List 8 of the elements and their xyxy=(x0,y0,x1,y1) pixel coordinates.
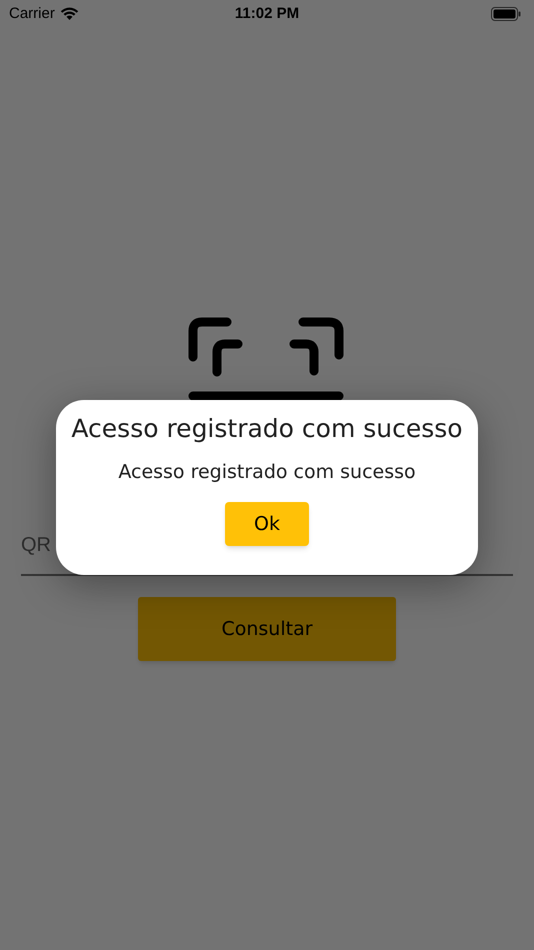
status-time: 11:02 PM xyxy=(234,4,300,24)
dialog-title: Acesso registrado com sucesso xyxy=(71,413,463,445)
scan-frame-icon xyxy=(188,317,346,401)
dialog-message: Acesso registrado com sucesso xyxy=(118,460,416,484)
ok-button[interactable]: Ok xyxy=(225,502,309,546)
wifi-icon xyxy=(60,7,79,21)
carrier-label: Carrier xyxy=(9,4,55,24)
battery-icon xyxy=(491,7,521,21)
